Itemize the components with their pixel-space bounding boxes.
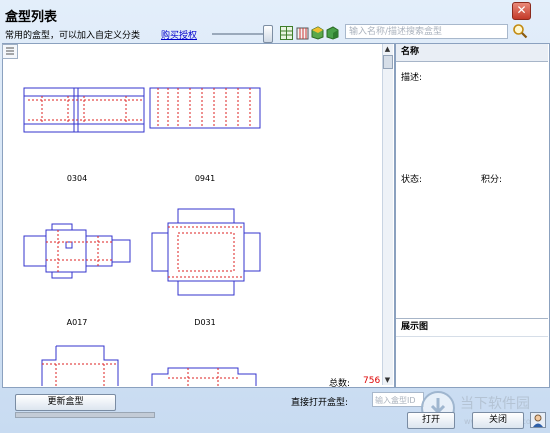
total-value: 756 bbox=[363, 376, 381, 386]
zoom-slider-thumb[interactable] bbox=[263, 25, 273, 43]
window-title: 盒型列表 bbox=[5, 10, 58, 25]
box-view-icon[interactable] bbox=[296, 26, 309, 40]
direct-open-label: 直接打开盒型: bbox=[291, 398, 349, 408]
box-thumbnail-partial-2[interactable] bbox=[148, 364, 260, 386]
status-label: 状态: bbox=[401, 175, 423, 185]
preview-header: 展示图 bbox=[396, 318, 548, 337]
description-label: 描述: bbox=[401, 73, 423, 83]
scroll-down-icon[interactable]: ▼ bbox=[383, 376, 392, 385]
close-window-button[interactable]: ✕ bbox=[512, 2, 531, 20]
scrollbar-thumb[interactable] bbox=[383, 55, 393, 69]
points-label: 积分: bbox=[481, 175, 503, 185]
box-thumbnail-D031[interactable] bbox=[148, 207, 263, 297]
direct-open-input[interactable]: 输入盒型ID bbox=[372, 392, 424, 407]
box-thumbnail-0304[interactable] bbox=[22, 86, 148, 134]
box-thumbnail-A017[interactable] bbox=[22, 222, 134, 282]
3d-box-icon[interactable] bbox=[311, 26, 324, 40]
list-scrollbar[interactable] bbox=[382, 44, 393, 385]
update-progress-bar bbox=[15, 412, 155, 418]
search-icon[interactable] bbox=[512, 23, 528, 39]
total-label: 总数: bbox=[329, 379, 351, 389]
name-header: 名称 bbox=[396, 44, 548, 62]
box-code-label: 0941 bbox=[194, 174, 216, 183]
box-thumbnail-partial[interactable] bbox=[40, 344, 120, 386]
scroll-up-icon[interactable]: ▲ bbox=[383, 45, 392, 54]
3d-box-alt-icon[interactable] bbox=[326, 26, 339, 40]
subtitle: 常用的盒型，可以加入自定义分类 bbox=[5, 31, 141, 41]
box-thumbnail-0941[interactable] bbox=[148, 86, 262, 130]
svg-text:当下软件园: 当下软件园 bbox=[460, 396, 530, 412]
box-code-label: D031 bbox=[194, 318, 216, 327]
list-options-icon[interactable] bbox=[2, 44, 18, 59]
open-button[interactable]: 打开 bbox=[407, 412, 455, 429]
user-icon[interactable] bbox=[530, 412, 546, 428]
update-box-types-button[interactable]: 更新盒型 bbox=[15, 394, 116, 411]
close-button[interactable]: 关闭 bbox=[472, 412, 524, 429]
box-code-label: A017 bbox=[66, 318, 88, 327]
grid-view-icon[interactable] bbox=[280, 26, 293, 40]
buy-license-link[interactable]: 购买授权 bbox=[161, 28, 197, 41]
box-code-label: 0304 bbox=[66, 174, 88, 183]
search-input[interactable]: 输入名称/描述搜索盒型 bbox=[345, 24, 508, 39]
